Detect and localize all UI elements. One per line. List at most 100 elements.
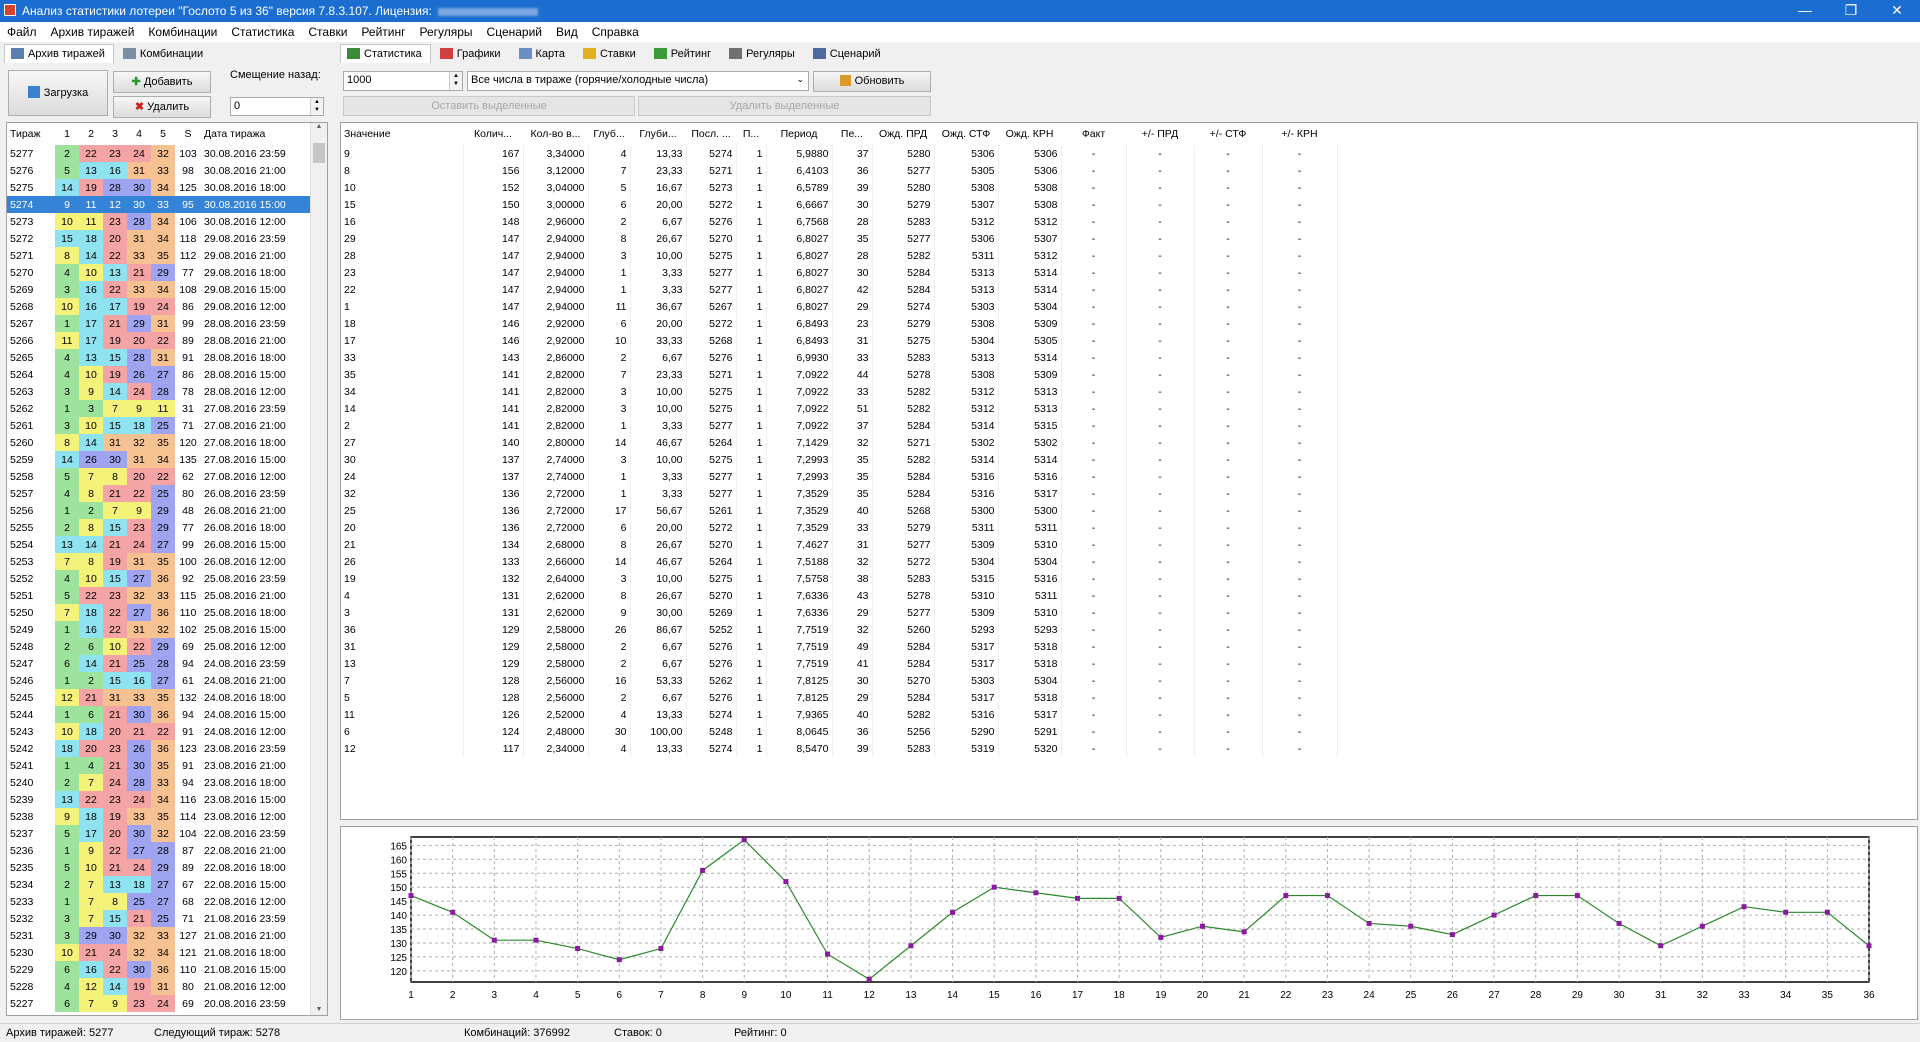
stats-row[interactable]: 21 134 2,68000 8 26,67 5270 1 7,4627 31 5277 5309 5… [341, 536, 1338, 553]
stats-header-4[interactable]: Глуби... [630, 123, 686, 145]
stats-row[interactable]: 15 150 3,00000 6 20,00 5272 1 6,6667 30 5279 5307 5… [341, 196, 1338, 213]
stats-row[interactable]: 11 126 2,52000 4 13,33 5274 1 7,9365 40 5282 5316 5… [341, 706, 1338, 723]
archive-row[interactable]: 5248 2 6 10 22 29 69 25.08.2016 12:00 [7, 638, 311, 655]
menu-item-3[interactable]: Статистика [224, 22, 301, 42]
archive-row[interactable]: 5237 5 17 20 30 32 104 22.08.2016 23:59 [7, 825, 311, 842]
archive-scrollbar[interactable]: ▲ ▼ [310, 123, 327, 1015]
stats-row[interactable]: 29 147 2,94000 8 26,67 5270 1 6,8027 35 5277 5306 5… [341, 230, 1338, 247]
archive-row[interactable]: 5267 1 17 21 29 31 99 28.08.2016 23:59 [7, 315, 311, 332]
menu-item-4[interactable]: Ставки [301, 22, 354, 42]
stats-row[interactable]: 17 146 2,92000 10 33,33 5268 1 6,8493 31 5275 5304… [341, 332, 1338, 349]
menu-item-2[interactable]: Комбинации [141, 22, 224, 42]
stats-row[interactable]: 5 128 2,56000 2 6,67 5276 1 7,8125 29 5284 5317 531… [341, 689, 1338, 706]
archive-row[interactable]: 5238 9 18 19 33 35 114 23.08.2016 12:00 [7, 808, 311, 825]
stats-header-8[interactable]: Пе... [832, 123, 872, 145]
tab-map[interactable]: Карта [512, 44, 574, 64]
stats-row[interactable]: 4 131 2,62000 8 26,67 5270 1 7,6336 43 5278 5310 53… [341, 587, 1338, 604]
archive-row[interactable]: 5233 1 7 8 25 27 68 22.08.2016 12:00 [7, 893, 311, 910]
archive-row[interactable]: 5260 8 14 31 32 35 120 27.08.2016 18:00 [7, 434, 311, 451]
archive-row[interactable]: 5256 1 2 7 9 29 48 26.08.2016 21:00 [7, 502, 311, 519]
archive-row[interactable]: 5230 10 21 24 32 34 121 21.08.2016 18:00 [7, 944, 311, 961]
archive-row[interactable]: 5246 1 2 15 16 27 61 24.08.2016 21:00 [7, 672, 311, 689]
tab-regulars[interactable]: Регуляры [722, 44, 804, 64]
stats-row[interactable]: 20 136 2,72000 6 20,00 5272 1 7,3529 33 5279 5311 5… [341, 519, 1338, 536]
stats-header-14[interactable]: +/- СТФ [1194, 123, 1262, 145]
menu-item-0[interactable]: Файл [0, 22, 44, 42]
archive-row[interactable]: 5274 9 11 12 30 33 95 30.08.2016 15:00 [7, 196, 311, 213]
stats-row[interactable]: 16 148 2,96000 2 6,67 5276 1 6,7568 28 5283 5312 53… [341, 213, 1338, 230]
archive-row[interactable]: 5245 12 21 31 33 35 132 24.08.2016 18:00 [7, 689, 311, 706]
stats-row[interactable]: 6 124 2,48000 30 100,00 5248 1 8,0645 36 5256 5290… [341, 723, 1338, 740]
archive-row[interactable]: 5262 1 3 7 9 11 31 27.08.2016 23:59 [7, 400, 311, 417]
archive-header-5[interactable]: 5 [151, 123, 175, 145]
archive-row[interactable]: 5228 4 12 14 19 31 80 21.08.2016 12:00 [7, 978, 311, 995]
offset-input[interactable]: 0 ▲ ▼ [230, 97, 324, 116]
archive-row[interactable]: 5275 14 19 28 30 34 125 30.08.2016 18:00 [7, 179, 311, 196]
archive-row[interactable]: 5250 7 18 22 27 36 110 25.08.2016 18:00 [7, 604, 311, 621]
menu-item-9[interactable]: Справка [585, 22, 646, 42]
stats-row[interactable]: 2 141 2,82000 1 3,33 5277 1 7,0922 37 5284 5314 531… [341, 417, 1338, 434]
archive-header-3[interactable]: 3 [103, 123, 127, 145]
stats-row[interactable]: 14 141 2,82000 3 10,00 5275 1 7,0922 51 5282 5312 5… [341, 400, 1338, 417]
archive-header-7[interactable]: Дата тиража [201, 123, 311, 145]
tab-graph[interactable]: Графики [433, 44, 510, 64]
archive-row[interactable]: 5270 4 10 13 21 29 77 29.08.2016 18:00 [7, 264, 311, 281]
archive-row[interactable]: 5276 5 13 16 31 33 98 30.08.2016 21:00 [7, 162, 311, 179]
archive-row[interactable]: 5266 11 17 19 20 22 89 28.08.2016 21:00 [7, 332, 311, 349]
filter-select[interactable]: Все числа в тираже (горячие/холодные чис… [467, 71, 809, 91]
stats-row[interactable]: 24 137 2,74000 1 3,33 5277 1 7,2993 35 5284 5316 53… [341, 468, 1338, 485]
stats-row[interactable]: 34 141 2,82000 3 10,00 5275 1 7,0922 33 5282 5312 5… [341, 383, 1338, 400]
archive-row[interactable]: 5251 5 22 23 32 33 115 25.08.2016 21:00 [7, 587, 311, 604]
stats-row[interactable]: 36 129 2,58000 26 86,67 5252 1 7,7519 32 5260 5293… [341, 621, 1338, 638]
archive-row[interactable]: 5240 2 7 24 28 33 94 23.08.2016 18:00 [7, 774, 311, 791]
stats-row[interactable]: 10 152 3,04000 5 16,67 5273 1 6,5789 39 5280 5308 5… [341, 179, 1338, 196]
archive-header-2[interactable]: 2 [79, 123, 103, 145]
menu-item-7[interactable]: Сценарий [480, 22, 549, 42]
tab-archive[interactable]: Архив тиражей [4, 44, 114, 63]
keep-selected-button[interactable]: Оставить выделенные [343, 96, 635, 116]
stats-row[interactable]: 25 136 2,72000 17 56,67 5261 1 7,3529 40 5268 5300… [341, 502, 1338, 519]
archive-row[interactable]: 5227 6 7 9 23 24 69 20.08.2016 23:59 [7, 995, 311, 1012]
archive-header-0[interactable]: Тираж [7, 123, 55, 145]
stats-row[interactable]: 31 129 2,58000 2 6,67 5276 1 7,7519 49 5284 5317 53… [341, 638, 1338, 655]
stats-header-15[interactable]: +/- КРН [1262, 123, 1337, 145]
archive-row[interactable]: 5235 5 10 21 24 29 89 22.08.2016 18:00 [7, 859, 311, 876]
stats-header-6[interactable]: П... [736, 123, 766, 145]
archive-row[interactable]: 5272 15 18 20 31 34 118 29.08.2016 23:59 [7, 230, 311, 247]
archive-row[interactable]: 5273 10 11 23 28 34 106 30.08.2016 12:00 [7, 213, 311, 230]
archive-row[interactable]: 5242 18 20 23 26 36 123 23.08.2016 23:59 [7, 740, 311, 757]
stats-header-3[interactable]: Глуб... [588, 123, 630, 145]
archive-header-6[interactable]: S [175, 123, 201, 145]
archive-row[interactable]: 5257 4 8 21 22 25 80 26.08.2016 23:59 [7, 485, 311, 502]
stats-header-1[interactable]: Колич... [463, 123, 523, 145]
archive-row[interactable]: 5234 2 7 13 18 27 67 22.08.2016 15:00 [7, 876, 311, 893]
stats-header-9[interactable]: Ожд. ПРД [872, 123, 934, 145]
menu-item-1[interactable]: Архив тиражей [44, 22, 142, 42]
stats-header-10[interactable]: Ожд. СТФ [934, 123, 998, 145]
stats-row[interactable]: 19 132 2,64000 3 10,00 5275 1 7,5758 38 5283 5315 5… [341, 570, 1338, 587]
archive-row[interactable]: 5243 10 18 20 21 22 91 24.08.2016 12:00 [7, 723, 311, 740]
stats-row[interactable]: 30 137 2,74000 3 10,00 5275 1 7,2993 35 5282 5314 5… [341, 451, 1338, 468]
stats-header-0[interactable]: Значение [341, 123, 463, 145]
delete-button[interactable]: ✖ Удалить [113, 96, 211, 118]
archive-row[interactable]: 5254 13 14 21 24 27 99 26.08.2016 15:00 [7, 536, 311, 553]
archive-row[interactable]: 5263 3 9 14 24 28 78 28.08.2016 12:00 [7, 383, 311, 400]
stats-row[interactable]: 1 147 2,94000 11 36,67 5267 1 6,8027 29 5274 5303 5… [341, 298, 1338, 315]
archive-row[interactable]: 5258 5 7 8 20 22 62 27.08.2016 12:00 [7, 468, 311, 485]
stats-header-5[interactable]: Посл. ... [686, 123, 736, 145]
menu-item-8[interactable]: Вид [549, 22, 585, 42]
menu-item-5[interactable]: Рейтинг [354, 22, 412, 42]
scroll-thumb[interactable] [313, 143, 325, 163]
archive-row[interactable]: 5269 3 16 22 33 34 108 29.08.2016 15:00 [7, 281, 311, 298]
tab-scenario[interactable]: Сценарий [806, 44, 890, 64]
archive-row[interactable]: 5261 3 10 15 18 25 71 27.08.2016 21:00 [7, 417, 311, 434]
count-input[interactable]: 1000 ▲ ▼ [343, 71, 463, 91]
add-button[interactable]: ✚ Добавить [113, 71, 211, 93]
archive-row[interactable]: 5268 10 16 17 19 24 86 29.08.2016 12:00 [7, 298, 311, 315]
archive-row[interactable]: 5255 2 8 15 23 29 77 26.08.2016 18:00 [7, 519, 311, 536]
archive-row[interactable]: 5259 14 26 30 31 34 135 27.08.2016 15:00 [7, 451, 311, 468]
archive-row[interactable]: 5244 1 6 21 30 36 94 24.08.2016 15:00 [7, 706, 311, 723]
stats-row[interactable]: 12 117 2,34000 4 13,33 5274 1 8,5470 39 5283 5319 5… [341, 740, 1338, 757]
stats-header-7[interactable]: Период [766, 123, 832, 145]
stats-header-13[interactable]: +/- ПРД [1126, 123, 1194, 145]
